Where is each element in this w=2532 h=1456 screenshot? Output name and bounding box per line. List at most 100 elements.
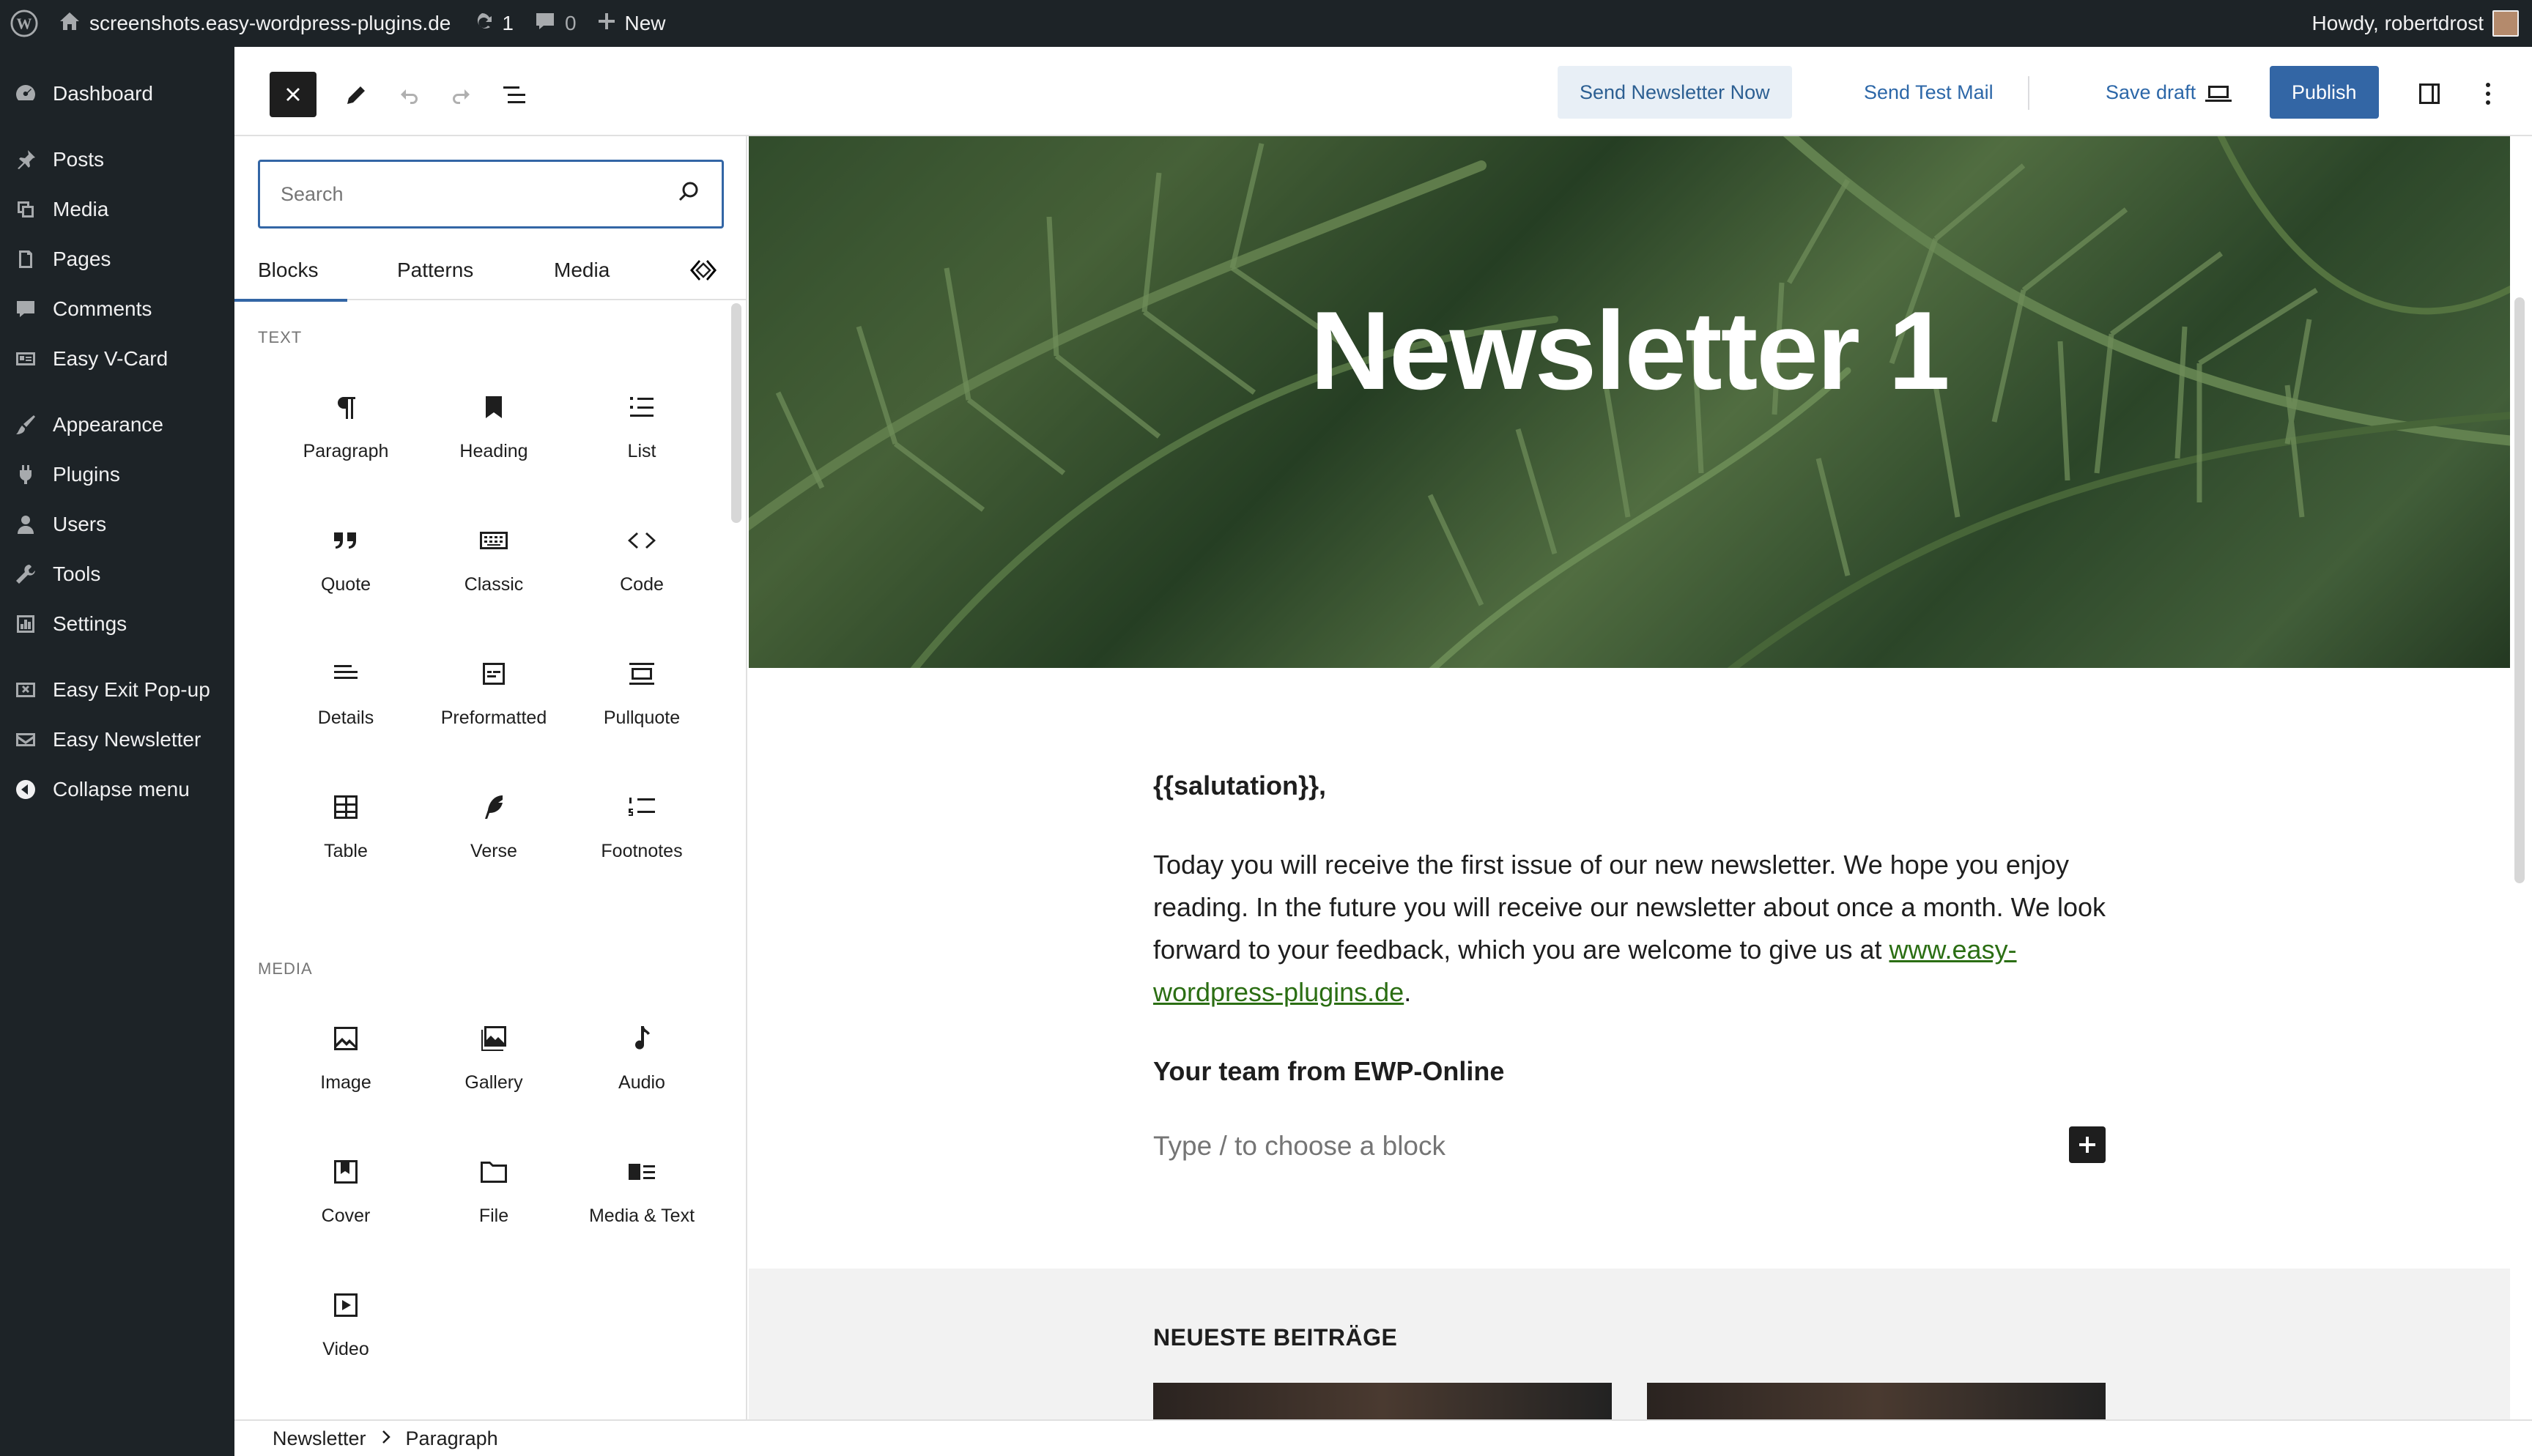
block-details[interactable]: Details [273, 631, 419, 741]
comments-link[interactable]: 0 [524, 0, 587, 47]
block-quote[interactable]: Quote [273, 498, 419, 608]
block-table[interactable]: Table [273, 765, 419, 874]
block-breadcrumb: Newsletter Paragraph [234, 1419, 2532, 1456]
block-label: File [478, 1206, 509, 1226]
inserter-scrollbar[interactable] [731, 303, 741, 523]
canvas-scrollbar[interactable] [2514, 297, 2525, 883]
breadcrumb-paragraph[interactable]: Paragraph [406, 1427, 498, 1450]
category-title-media: MEDIA [258, 959, 313, 978]
updates-link[interactable]: 1 [461, 0, 524, 47]
block-preformatted[interactable]: Preformatted [421, 631, 567, 741]
tab-blocks[interactable]: Blocks [234, 240, 349, 302]
block-cover[interactable]: Cover [273, 1129, 419, 1239]
redo-button[interactable] [441, 75, 482, 116]
details-icon [328, 656, 363, 691]
menu-item-comments[interactable]: Comments [0, 284, 234, 334]
menu-item-dashboard[interactable]: Dashboard [0, 69, 234, 119]
block-code[interactable]: Code [569, 498, 715, 608]
code-icon [624, 523, 659, 558]
plus-icon [2079, 1137, 2095, 1153]
pullquote-icon [624, 656, 659, 691]
block-search-input[interactable]: Search [258, 160, 724, 229]
wordpress-logo-icon[interactable]: W [0, 0, 48, 47]
block-label: Preformatted [440, 707, 547, 728]
cover-title[interactable]: Newsletter 1 [749, 287, 2510, 415]
latest-posts-title[interactable]: NEUESTE BEITRÄGE [1153, 1324, 1397, 1351]
block-verse[interactable]: Verse [421, 765, 567, 874]
tab-media[interactable]: Media [554, 240, 610, 300]
menu-item-plugins[interactable]: Plugins [0, 450, 234, 499]
block-label: Cover [321, 1206, 371, 1226]
menu-item-appearance[interactable]: Appearance [0, 400, 234, 450]
home-icon [59, 11, 81, 37]
preview-button[interactable] [2198, 73, 2239, 114]
salutation-paragraph[interactable]: {{salutation}}, [1153, 770, 1326, 801]
block-pullquote[interactable]: Pullquote [569, 631, 715, 741]
menu-label: Posts [53, 148, 105, 171]
block-label: Video [322, 1339, 369, 1359]
block-label: Code [620, 574, 664, 595]
menu-item-settings[interactable]: Settings [0, 599, 234, 649]
menu-label: Comments [53, 297, 152, 320]
account-menu[interactable]: Howdy, robertdrost [2302, 0, 2532, 47]
menu-item-tools[interactable]: Tools [0, 549, 234, 599]
menu-item-posts[interactable]: Posts [0, 135, 234, 185]
menu-label: Collapse menu [53, 778, 190, 801]
block-list[interactable]: List [569, 365, 715, 475]
synced-pattern-icon [690, 260, 717, 281]
menu-item-users[interactable]: Users [0, 499, 234, 549]
block-paragraph[interactable]: Paragraph [273, 365, 419, 475]
publish-button[interactable]: Publish [2270, 66, 2379, 119]
post-thumbnail[interactable] [1647, 1383, 2106, 1419]
close-inserter-button[interactable] [270, 72, 316, 117]
search-placeholder: Search [281, 182, 344, 205]
menu-item-media[interactable]: Media [0, 185, 234, 234]
paragraph-icon [328, 390, 363, 425]
envelope-icon [15, 729, 37, 751]
menu-label: Users [53, 513, 107, 535]
block-heading[interactable]: Heading [421, 365, 567, 475]
chevron-right-icon [381, 1427, 391, 1450]
comment-icon [15, 298, 37, 320]
intro-paragraph[interactable]: Today you will receive the first issue o… [1153, 844, 2120, 1014]
post-thumbnail[interactable] [1153, 1383, 1612, 1419]
tools-button[interactable] [336, 75, 377, 116]
menu-item-easy-vcard[interactable]: Easy V-Card [0, 334, 234, 384]
block-classic[interactable]: Classic [421, 498, 567, 608]
block-label: Classic [464, 574, 524, 595]
comments-count: 0 [564, 12, 577, 34]
team-signature[interactable]: Your team from EWP-Online [1153, 1056, 1504, 1087]
new-content-link[interactable]: New [587, 0, 676, 47]
site-name-link[interactable]: screenshots.easy-wordpress-plugins.de [48, 0, 461, 47]
block-placeholder[interactable]: Type / to choose a block [1153, 1131, 1445, 1162]
options-button[interactable] [2468, 73, 2509, 114]
cover-icon [328, 1154, 363, 1189]
menu-item-easy-exit-popup[interactable]: Easy Exit Pop-up [0, 665, 234, 715]
send-newsletter-now-button[interactable]: Send Newsletter Now [1558, 66, 1792, 119]
block-audio[interactable]: Audio [569, 996, 715, 1106]
block-file[interactable]: File [421, 1129, 567, 1239]
block-label: Verse [470, 841, 517, 861]
tab-synced-patterns[interactable] [689, 240, 718, 300]
block-label: Heading [459, 441, 528, 461]
block-image[interactable]: Image [273, 996, 419, 1106]
latest-posts-section: NEUESTE BEITRÄGE [749, 1269, 2510, 1419]
breadcrumb-newsletter[interactable]: Newsletter [273, 1427, 366, 1450]
tab-patterns[interactable]: Patterns [397, 240, 473, 300]
block-gallery[interactable]: Gallery [421, 996, 567, 1106]
block-video[interactable]: Video [273, 1263, 419, 1373]
send-test-mail-button[interactable]: Send Test Mail [1842, 66, 2015, 119]
menu-item-easy-newsletter[interactable]: Easy Newsletter [0, 715, 234, 765]
folder-icon [476, 1154, 511, 1189]
cover-block[interactable]: Newsletter 1 [749, 136, 2510, 668]
collapse-menu-button[interactable]: Collapse menu [0, 765, 234, 814]
block-media-text[interactable]: Media & Text [569, 1129, 715, 1239]
block-footnotes[interactable]: Footnotes [569, 765, 715, 874]
document-overview-button[interactable] [494, 75, 535, 116]
undo-button[interactable] [388, 75, 429, 116]
laptop-icon [2205, 86, 2232, 102]
add-block-button[interactable] [2069, 1126, 2106, 1163]
menu-item-pages[interactable]: Pages [0, 234, 234, 284]
updates-count: 1 [502, 12, 514, 34]
settings-sidebar-button[interactable] [2409, 73, 2450, 114]
